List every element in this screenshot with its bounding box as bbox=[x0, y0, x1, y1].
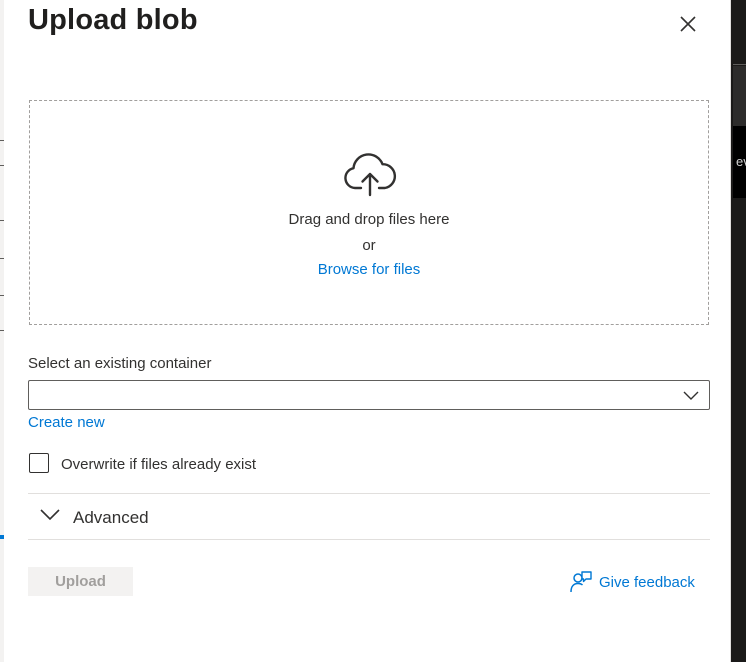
container-select-label: Select an existing container bbox=[28, 355, 212, 372]
close-icon bbox=[680, 16, 696, 32]
browse-files-link[interactable]: Browse for files bbox=[318, 261, 421, 278]
give-feedback-label: Give feedback bbox=[599, 574, 695, 591]
advanced-toggle[interactable]: Advanced bbox=[28, 494, 710, 539]
create-new-link[interactable]: Create new bbox=[28, 414, 105, 431]
chevron-down-icon bbox=[683, 391, 699, 400]
upload-blob-panel: Upload blob Drag and drop files here or … bbox=[4, 0, 731, 662]
background-peek-text: ev bbox=[736, 154, 746, 169]
close-button[interactable] bbox=[676, 12, 700, 36]
container-dropdown[interactable] bbox=[28, 380, 710, 410]
overwrite-checkbox[interactable] bbox=[29, 453, 49, 473]
upload-button[interactable]: Upload bbox=[28, 567, 133, 596]
advanced-label: Advanced bbox=[73, 508, 149, 527]
background-right-edge: ev bbox=[731, 0, 746, 662]
chevron-down-icon bbox=[40, 509, 60, 521]
panel-title: Upload blob bbox=[28, 4, 198, 36]
feedback-icon bbox=[570, 571, 592, 593]
divider-bottom bbox=[28, 539, 710, 540]
overwrite-checkbox-label[interactable]: Overwrite if files already exist bbox=[61, 456, 256, 473]
drop-instructions: Drag and drop files here bbox=[288, 211, 450, 228]
drop-or-text: or bbox=[362, 237, 376, 254]
file-drop-zone[interactable]: Drag and drop files here or Browse for f… bbox=[29, 100, 709, 325]
cloud-upload-icon bbox=[344, 153, 397, 197]
